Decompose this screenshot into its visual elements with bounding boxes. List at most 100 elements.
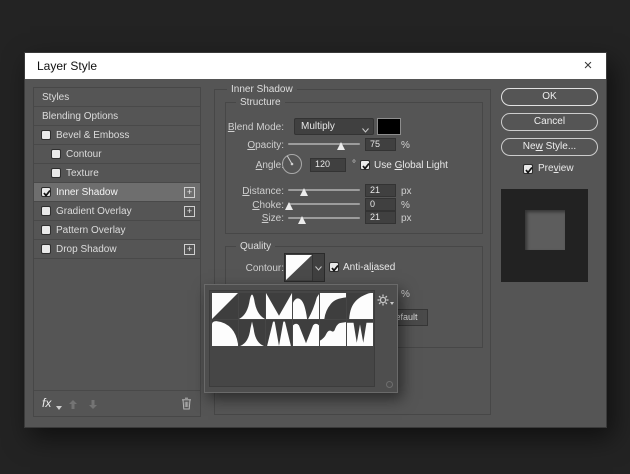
chevron-down-icon: [315, 266, 322, 271]
sidebar-item-blending-options[interactable]: Blending Options: [34, 107, 200, 126]
gradient-overlay-checkbox[interactable]: [41, 206, 51, 216]
sidebar-item-texture[interactable]: Texture: [34, 164, 200, 183]
slider-thumb[interactable]: [285, 202, 293, 210]
contour-preset-cove-shallow[interactable]: [320, 293, 346, 319]
layer-style-dialog: Layer Style × Styles Blending Options Be…: [24, 52, 607, 428]
contour-preset-cove-deep[interactable]: [293, 293, 319, 319]
anti-aliased-checkbox[interactable]: [329, 262, 339, 272]
blend-mode-dropdown[interactable]: Multiply: [294, 118, 374, 135]
sidebar-item-label: Drop Shadow: [56, 244, 117, 255]
dialog-titlebar[interactable]: Layer Style ×: [25, 53, 606, 79]
gear-menu-caret-icon: [390, 302, 394, 305]
check-icon: [330, 263, 340, 273]
contour-label: Contour:: [226, 263, 284, 274]
pattern-overlay-checkbox[interactable]: [41, 225, 51, 235]
structure-group: Structure Blend Mode: Multiply Opacity: …: [225, 102, 483, 234]
slider-thumb[interactable]: [298, 216, 306, 224]
shadow-color-swatch[interactable]: [377, 118, 401, 135]
sidebar-item-label: Texture: [66, 168, 99, 179]
contour-preset-linear[interactable]: [212, 293, 238, 319]
contour-picker-button[interactable]: [284, 253, 325, 282]
close-icon[interactable]: ×: [576, 55, 600, 77]
size-label: Size:: [226, 213, 284, 224]
sidebar-item-styles[interactable]: Styles: [34, 88, 200, 107]
preview-checkbox[interactable]: [523, 164, 533, 174]
add-effect-button[interactable]: +: [184, 206, 195, 217]
distance-unit: px: [401, 186, 412, 197]
size-slider[interactable]: [288, 213, 360, 224]
sidebar-item-gradient-overlay[interactable]: Gradient Overlay +: [34, 202, 200, 221]
sidebar-item-label: Inner Shadow: [56, 187, 118, 198]
sidebar-item-contour[interactable]: Contour: [34, 145, 200, 164]
delete-effect-trash-icon[interactable]: [181, 397, 192, 415]
ok-button[interactable]: OK: [501, 88, 598, 106]
texture-checkbox[interactable]: [51, 168, 61, 178]
use-global-light-checkbox[interactable]: [360, 160, 370, 170]
move-effect-up-icon[interactable]: [68, 397, 78, 415]
distance-slider[interactable]: [288, 185, 360, 196]
contour-dropdown-strip[interactable]: [312, 254, 324, 281]
gear-icon[interactable]: [377, 293, 397, 307]
cancel-button[interactable]: Cancel: [501, 113, 598, 131]
choke-label: Choke:: [226, 200, 284, 211]
slider-thumb[interactable]: [300, 188, 308, 196]
chevron-down-icon: [362, 125, 369, 136]
sidebar-item-label: Contour: [66, 149, 102, 160]
choke-unit: %: [401, 200, 410, 211]
blend-mode-value: Multiply: [301, 121, 335, 132]
slider-track[interactable]: [288, 203, 360, 205]
choke-input[interactable]: 0: [365, 198, 396, 211]
drop-shadow-checkbox[interactable]: [41, 244, 51, 254]
check-icon: [361, 161, 371, 171]
slider-track[interactable]: [288, 143, 360, 145]
size-input[interactable]: 21: [365, 211, 396, 224]
contour-checkbox[interactable]: [51, 149, 61, 159]
blend-mode-label: Blend Mode:: [226, 122, 284, 133]
resize-grip-icon[interactable]: [386, 381, 393, 388]
sidebar-item-label: Gradient Overlay: [56, 206, 132, 217]
contour-preset-ring-double[interactable]: [293, 320, 319, 346]
slider-track[interactable]: [288, 189, 360, 191]
style-preview-area: [501, 189, 588, 282]
sidebar-item-label: Bevel & Emboss: [56, 130, 129, 141]
opacity-label: Opacity:: [226, 140, 284, 151]
contour-preset-half-round[interactable]: [239, 320, 265, 346]
check-icon: [524, 165, 534, 175]
panel-title: Inner Shadow: [227, 84, 297, 95]
new-style-button[interactable]: New Style...: [501, 138, 598, 156]
add-effect-button[interactable]: +: [184, 244, 195, 255]
angle-input[interactable]: 120: [310, 158, 346, 172]
contour-preset-picker: [204, 284, 398, 393]
contour-preset-sawtooth[interactable]: [347, 320, 373, 346]
contour-preset-cone-inverted[interactable]: [266, 293, 292, 319]
sidebar-item-pattern-overlay[interactable]: Pattern Overlay: [34, 221, 200, 240]
contour-preset-gaussian[interactable]: [212, 320, 238, 346]
check-icon: [42, 188, 52, 198]
add-effect-button[interactable]: +: [184, 187, 195, 198]
dialog-title: Layer Style: [37, 59, 97, 73]
opacity-slider[interactable]: [288, 139, 360, 150]
sidebar-item-bevel-emboss[interactable]: Bevel & Emboss: [34, 126, 200, 145]
move-effect-down-icon[interactable]: [88, 397, 98, 415]
fx-menu-caret-icon: [56, 406, 62, 410]
noise-unit: %: [401, 289, 410, 300]
contour-preset-cusp[interactable]: [347, 293, 373, 319]
contour-preset-cone[interactable]: [239, 293, 265, 319]
preview-label: Preview: [538, 163, 574, 174]
opacity-input[interactable]: 75: [365, 138, 396, 151]
slider-thumb[interactable]: [337, 142, 345, 150]
bevel-emboss-checkbox[interactable]: [41, 130, 51, 140]
fx-menu-button[interactable]: fx: [42, 396, 51, 410]
angle-dial[interactable]: [281, 153, 303, 180]
distance-input[interactable]: 21: [365, 184, 396, 197]
sidebar-toolbar: fx: [34, 390, 200, 416]
choke-slider[interactable]: [288, 199, 360, 210]
sidebar-item-inner-shadow[interactable]: Inner Shadow +: [34, 183, 200, 202]
inner-shadow-checkbox[interactable]: [41, 187, 51, 197]
sidebar-item-drop-shadow[interactable]: Drop Shadow +: [34, 240, 200, 259]
use-global-light-label: Use Global Light: [374, 160, 448, 171]
sidebar-item-label: Pattern Overlay: [56, 225, 125, 236]
contour-preset-ring[interactable]: [266, 320, 292, 346]
contour-preset-rolling-slope[interactable]: [320, 320, 346, 346]
screenshot-stage: Layer Style × Styles Blending Options Be…: [0, 0, 630, 474]
